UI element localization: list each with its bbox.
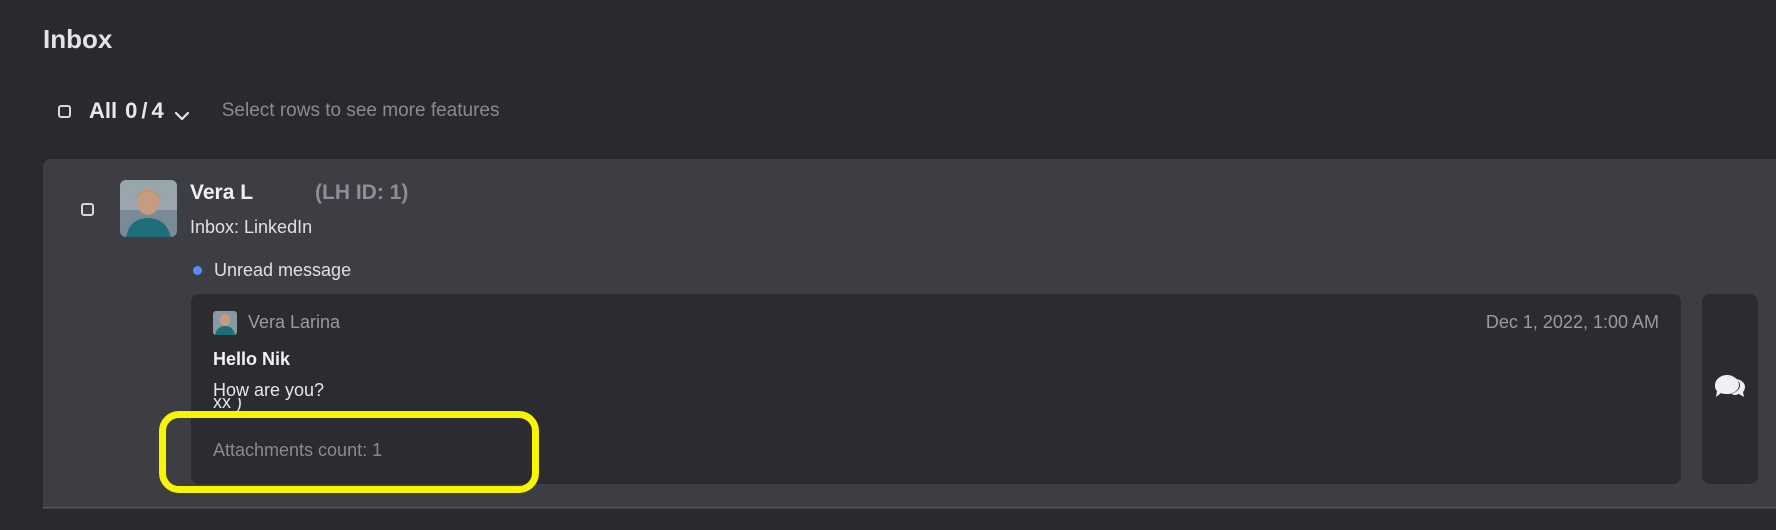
total-count: 4 (151, 98, 164, 123)
message-body-extra: xx ) (213, 398, 242, 411)
select-all-checkbox[interactable] (58, 104, 71, 118)
inbox-label: Inbox: LinkedIn (190, 217, 313, 237)
message-subject: Hello Nik (213, 349, 291, 369)
message-author-avatar (213, 311, 237, 335)
unread-indicator: Unread message (193, 260, 351, 281)
count-separator: / (141, 98, 148, 123)
selection-hint: Select rows to see more features (221, 100, 500, 121)
sender-name[interactable]: Vera L (190, 181, 253, 205)
select-all-dropdown[interactable]: All 0 / 4 (89, 98, 189, 124)
row-checkbox[interactable] (81, 203, 94, 216)
unread-label: Unread message (214, 260, 352, 280)
select-all-label: All (89, 98, 118, 123)
page-title: Inbox (43, 24, 113, 54)
selection-bar: All 0 / 4 Select rows to see more featur… (58, 97, 500, 125)
open-conversation-button[interactable] (1702, 294, 1758, 484)
unread-dot-icon (193, 266, 202, 275)
chevron-down-icon[interactable] (174, 104, 189, 121)
conversation-card[interactable]: Vera L (LH ID: 1) Inbox: LinkedIn Unread… (43, 159, 1776, 509)
lh-id: (LH ID: 1) (315, 181, 409, 204)
message-author: Vera Larina (248, 312, 341, 332)
avatar (120, 180, 177, 237)
card-divider (43, 507, 1776, 508)
chat-bubbles-icon (1713, 373, 1747, 406)
message-body-extra-text: xx ) (213, 398, 242, 411)
attachments-count: Attachments count: 1 (213, 440, 383, 460)
message-preview[interactable]: Vera Larina Dec 1, 2022, 1:00 AM Hello N… (191, 294, 1681, 484)
selected-count: 0 (125, 98, 138, 123)
message-date: Dec 1, 2022, 1:00 AM (1485, 312, 1659, 332)
